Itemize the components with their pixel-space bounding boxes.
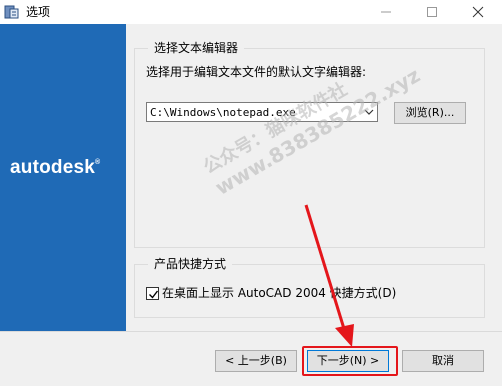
text-editor-group-title: 选择文本编辑器 (148, 41, 245, 56)
desktop-shortcut-label[interactable]: 在桌面上显示 AutoCAD 2004 快捷方式(D) (162, 286, 396, 301)
minimize-icon (381, 11, 391, 13)
desktop-shortcut-checkbox[interactable] (146, 287, 159, 300)
autodesk-logo: autodesk® (10, 157, 100, 179)
browse-button[interactable]: 浏览(R)... (394, 102, 466, 124)
logo-mark: ® (95, 159, 101, 166)
close-button[interactable] (458, 0, 498, 24)
logo-text: autodesk (10, 157, 96, 178)
product-shortcut-group-title: 产品快捷方式 (148, 257, 233, 272)
app-options-icon (4, 4, 20, 20)
text-editor-description: 选择用于编辑文本文件的默认文字编辑器: (146, 65, 367, 79)
text-editor-path: C:\Windows\notepad.exe (150, 106, 296, 119)
checkmark-icon (149, 290, 159, 299)
window-title: 选项 (26, 5, 51, 19)
back-button[interactable]: < 上一步(B) (215, 350, 297, 372)
text-editor-combobox[interactable]: C:\Windows\notepad.exe (146, 102, 378, 122)
brand-sidebar: autodesk® (0, 24, 126, 331)
next-button-highlight (302, 346, 398, 376)
footer-divider (0, 331, 502, 332)
close-icon (472, 6, 484, 18)
maximize-button[interactable] (412, 0, 452, 24)
maximize-icon (427, 7, 437, 17)
chevron-down-icon[interactable] (360, 103, 377, 121)
minimize-button[interactable] (366, 0, 406, 24)
title-bar: 选项 (0, 0, 502, 24)
cancel-button[interactable]: 取消 (402, 350, 484, 372)
